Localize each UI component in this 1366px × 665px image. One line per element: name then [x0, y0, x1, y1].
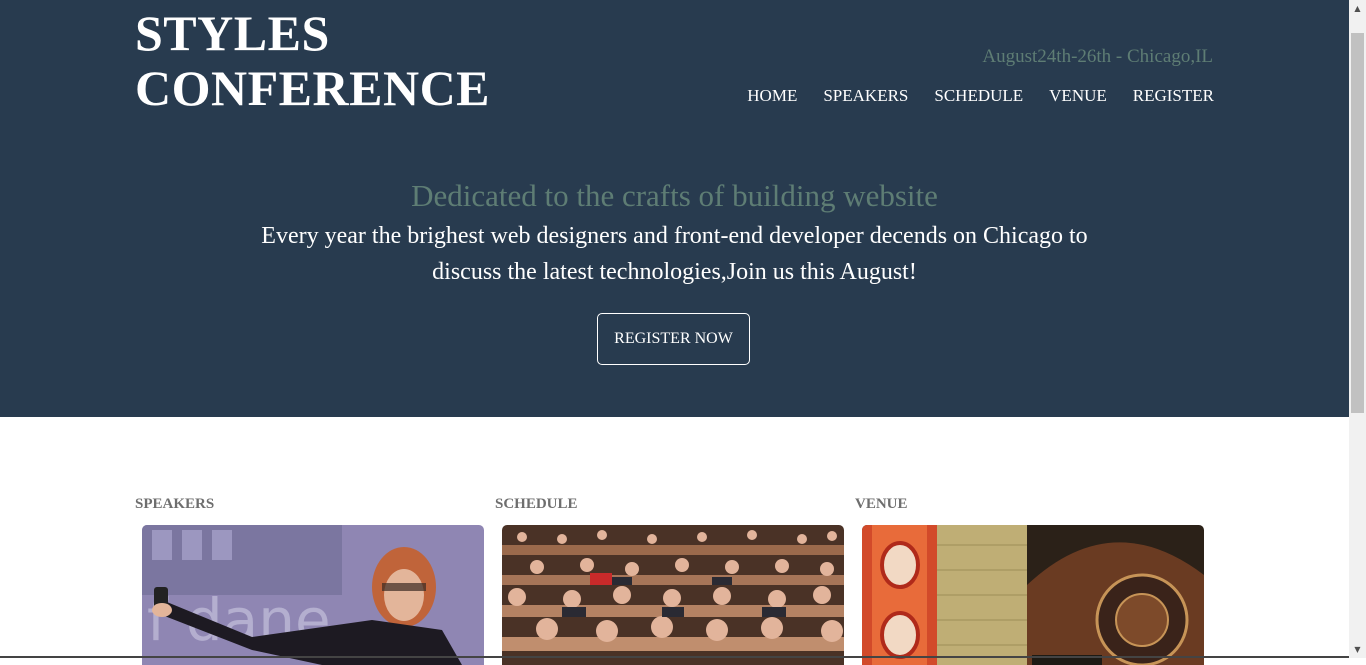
scroll-thumb[interactable]: [1351, 33, 1364, 413]
nav-venue[interactable]: VENUE: [1049, 86, 1107, 106]
event-dateline: August24th-26th - Chicago,IL: [982, 46, 1213, 67]
audience-image: [502, 525, 844, 665]
theater-image: [862, 525, 1204, 665]
nav-schedule[interactable]: SCHEDULE: [934, 86, 1023, 106]
hero-description: Every year the brighest web designers an…: [261, 223, 1088, 285]
schedule-photo[interactable]: [502, 525, 844, 665]
nav-speakers[interactable]: SPEAKERS: [823, 86, 908, 106]
logo-line-1: STYLES: [135, 5, 330, 61]
logo-line-2: CONFERENCE: [135, 60, 491, 116]
register-now-button[interactable]: REGISTER NOW: [597, 313, 750, 365]
scroll-up-arrow-icon[interactable]: ▲: [1349, 0, 1366, 17]
scroll-down-arrow-icon[interactable]: ▼: [1349, 641, 1366, 658]
site-logo[interactable]: STYLES CONFERENCE: [135, 6, 490, 116]
section-label-schedule[interactable]: SCHEDULE: [495, 496, 578, 513]
main-nav: HOME SPEAKERS SCHEDULE VENUE REGISTER: [747, 86, 1214, 106]
speakers-photo[interactable]: f dane: [142, 525, 484, 665]
section-label-speakers[interactable]: SPEAKERS: [135, 496, 214, 513]
speaker-image: f dane: [142, 525, 484, 665]
vertical-scrollbar[interactable]: ▲ ▼: [1349, 0, 1366, 658]
section-label-venue[interactable]: VENUE: [855, 496, 908, 513]
hero-banner: STYLES CONFERENCE August24th-26th - Chic…: [0, 0, 1349, 417]
hero-title: Dedicated to the crafts of building webs…: [411, 178, 938, 213]
nav-register[interactable]: REGISTER: [1133, 86, 1214, 106]
nav-home[interactable]: HOME: [747, 86, 797, 106]
venue-photo[interactable]: [862, 525, 1204, 665]
